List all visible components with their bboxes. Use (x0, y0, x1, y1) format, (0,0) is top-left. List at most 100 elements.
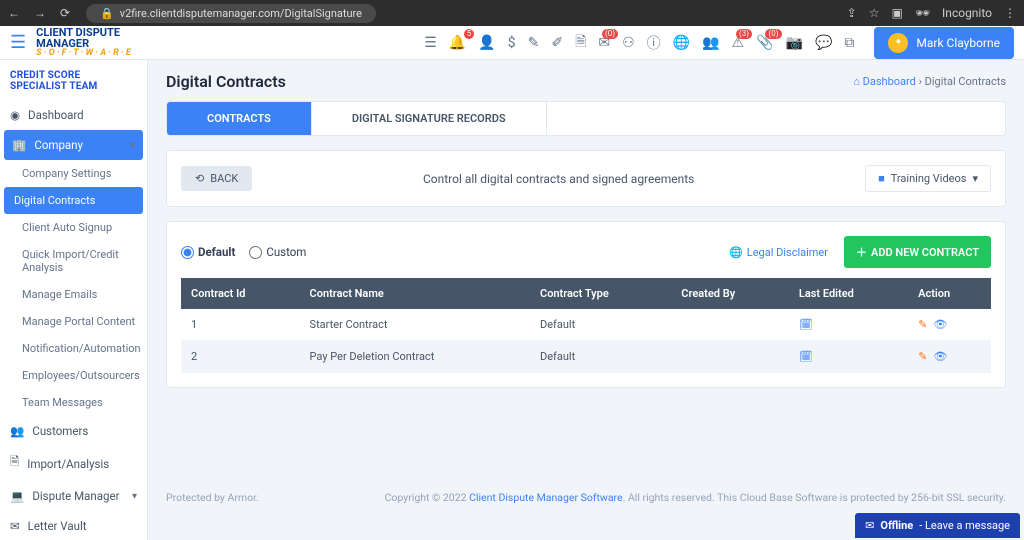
lock-icon: 🔒 (100, 7, 114, 20)
sidebar-item-import[interactable]: 🗎Import/Analysis (0, 446, 147, 481)
laptop-icon: 💻 (10, 489, 24, 503)
sitemap-icon[interactable]: ⚇ (622, 35, 635, 51)
address-bar[interactable]: 🔒 v2fire.clientdisputemanager.com/Digita… (86, 4, 376, 23)
camera-icon[interactable]: 📷 (786, 35, 803, 51)
incognito-icon: 🕶 (915, 6, 930, 20)
toolbar-card: ⟲BACK Control all digital contracts and … (166, 150, 1006, 207)
sub-company-settings[interactable]: Company Settings (0, 160, 147, 187)
gauge-icon: ◉ (10, 108, 20, 122)
footer-right: Copyright © 2022 Client Dispute Manager … (385, 491, 1006, 504)
crumb-current: Digital Contracts (925, 75, 1006, 88)
sub-employees[interactable]: Employees/Outsourcers (0, 362, 147, 389)
sidebar-item-company[interactable]: 🏢Company▾ (4, 130, 143, 160)
brand-logo[interactable]: CLIENT DISPUTEMANAGER S · O · F · T · W … (36, 27, 131, 58)
mail-icon: ✉ (865, 519, 874, 532)
chat-widget[interactable]: ✉ Offline - Leave a message (855, 513, 1020, 538)
forward-icon[interactable]: → (34, 6, 46, 20)
edit-icon[interactable]: ✐ (551, 35, 563, 51)
home-icon: ⌂ (853, 75, 860, 88)
subtitle: Control all digital contracts and signed… (264, 172, 853, 186)
radio-default[interactable]: Default (181, 245, 235, 259)
sub-digital-contracts[interactable]: Digital Contracts (4, 187, 143, 214)
footer-left: Protected by Armor. (166, 491, 259, 504)
col-created: Created By (671, 278, 789, 309)
star-icon[interactable]: ☆ (869, 6, 880, 20)
page-title: Digital Contracts (166, 72, 286, 91)
building-icon: 🏢 (12, 138, 26, 152)
view-icon[interactable]: 👁 (933, 318, 947, 331)
chat-icon[interactable]: 💬 (815, 35, 832, 51)
col-type: Contract Type (530, 278, 671, 309)
col-name: Contract Name (300, 278, 530, 309)
bell-icon[interactable]: 🔔5 (449, 35, 466, 51)
tab-contracts[interactable]: CONTRACTS (167, 102, 312, 135)
reload-icon[interactable]: ⟳ (60, 6, 70, 20)
edit-icon[interactable]: ✎ (918, 318, 927, 331)
main-content: Digital Contracts ⌂ Dashboard › Digital … (148, 60, 1024, 540)
sidebar: CREDIT SCORE SPECIALIST TEAM ◉Dashboard … (0, 60, 148, 540)
info-icon[interactable]: ⓘ (647, 33, 661, 53)
dollar-icon[interactable]: $ (508, 35, 516, 51)
sub-team-messages[interactable]: Team Messages (0, 389, 147, 416)
app-header: ☰ CLIENT DISPUTEMANAGER S · O · F · T · … (0, 26, 1024, 60)
sub-quick-import[interactable]: Quick Import/Credit Analysis (0, 241, 147, 281)
footer-link[interactable]: Client Dispute Manager Software (469, 491, 622, 504)
url-text: v2fire.clientdisputemanager.com/DigitalS… (120, 7, 362, 20)
user-name: Mark Clayborne (916, 36, 1000, 50)
list-icon[interactable]: ☰ (424, 35, 437, 51)
sidebar-item-dispute[interactable]: 💻Dispute Manager▾ (0, 481, 147, 511)
sub-notification[interactable]: Notification/Automation (0, 335, 147, 362)
radio-custom[interactable]: Custom (249, 245, 306, 259)
sub-client-auto-signup[interactable]: Client Auto Signup (0, 214, 147, 241)
col-id: Contract Id (181, 278, 300, 309)
tabs: CONTRACTS DIGITAL SIGNATURE RECORDS (166, 101, 1006, 136)
sub-manage-portal[interactable]: Manage Portal Content (0, 308, 147, 335)
users-icon: 👥 (10, 424, 24, 438)
doc-icon[interactable]: 🗎 (575, 31, 586, 55)
chevron-down-icon: ▾ (132, 491, 137, 502)
group-icon[interactable]: 👥 (702, 35, 719, 51)
back-icon[interactable]: ← (8, 6, 20, 20)
avatar: ✦ (888, 33, 908, 53)
sub-manage-emails[interactable]: Manage Emails (0, 281, 147, 308)
sidebar-item-customers[interactable]: 👥Customers (0, 416, 147, 446)
crumb-dashboard[interactable]: Dashboard (863, 75, 916, 88)
col-action: Action (908, 278, 991, 309)
contracts-card: Default Custom 🌐Legal Disclaimer ＋ADD NE… (166, 221, 1006, 388)
breadcrumb: ⌂ Dashboard › Digital Contracts (853, 75, 1006, 88)
sidebar-item-dashboard[interactable]: ◉Dashboard (0, 100, 147, 130)
chevron-down-icon: ▾ (130, 140, 135, 151)
pen-icon[interactable]: ✎ (528, 35, 540, 51)
col-edited: Last Edited (789, 278, 908, 309)
legal-disclaimer-link[interactable]: 🌐Legal Disclaimer (729, 246, 828, 259)
contracts-table: Contract Id Contract Name Contract Type … (181, 278, 991, 373)
calendar-icon[interactable]: 🗓 (799, 350, 813, 363)
training-videos-button[interactable]: ■Training Videos▾ (865, 165, 991, 192)
edit-icon[interactable]: ✎ (918, 350, 927, 363)
copy-icon[interactable]: ⧉ (844, 35, 854, 51)
team-name[interactable]: CREDIT SCORE SPECIALIST TEAM (0, 60, 147, 100)
calendar-icon[interactable]: 🗓 (799, 318, 813, 331)
plus-icon: ＋ (856, 244, 867, 260)
user-menu[interactable]: ✦ Mark Clayborne (874, 27, 1014, 59)
chevron-down-icon: ▾ (972, 172, 978, 185)
clip-icon[interactable]: 📎(0) (756, 35, 773, 51)
warn-icon[interactable]: ⚠(3) (732, 35, 745, 51)
add-new-contract-button[interactable]: ＋ADD NEW CONTRACT (844, 236, 991, 268)
back-arrow-icon: ⟲ (195, 172, 204, 185)
browser-chrome: ← → ⟳ 🔒 v2fire.clientdisputemanager.com/… (0, 0, 1024, 26)
extension-icon[interactable]: ▣ (891, 6, 902, 20)
tab-signature-records[interactable]: DIGITAL SIGNATURE RECORDS (312, 102, 547, 135)
sidebar-item-letter[interactable]: ✉Letter Vault (0, 511, 147, 540)
back-button[interactable]: ⟲BACK (181, 166, 252, 191)
share-icon[interactable]: ⇪ (847, 6, 857, 20)
user-icon[interactable]: 👤 (478, 35, 495, 51)
view-mode-radio: Default Custom (181, 245, 306, 259)
menu-icon[interactable]: ⋮ (1004, 6, 1016, 20)
view-icon[interactable]: 👁 (933, 350, 947, 363)
mail-icon[interactable]: ✉(0) (598, 35, 610, 51)
globe-icon[interactable]: 🌐 (673, 35, 690, 51)
hamburger-icon[interactable]: ☰ (10, 32, 26, 53)
incognito-label: Incognito (942, 6, 992, 20)
table-row: 2 Pay Per Deletion Contract Default 🗓 ✎👁 (181, 341, 991, 373)
